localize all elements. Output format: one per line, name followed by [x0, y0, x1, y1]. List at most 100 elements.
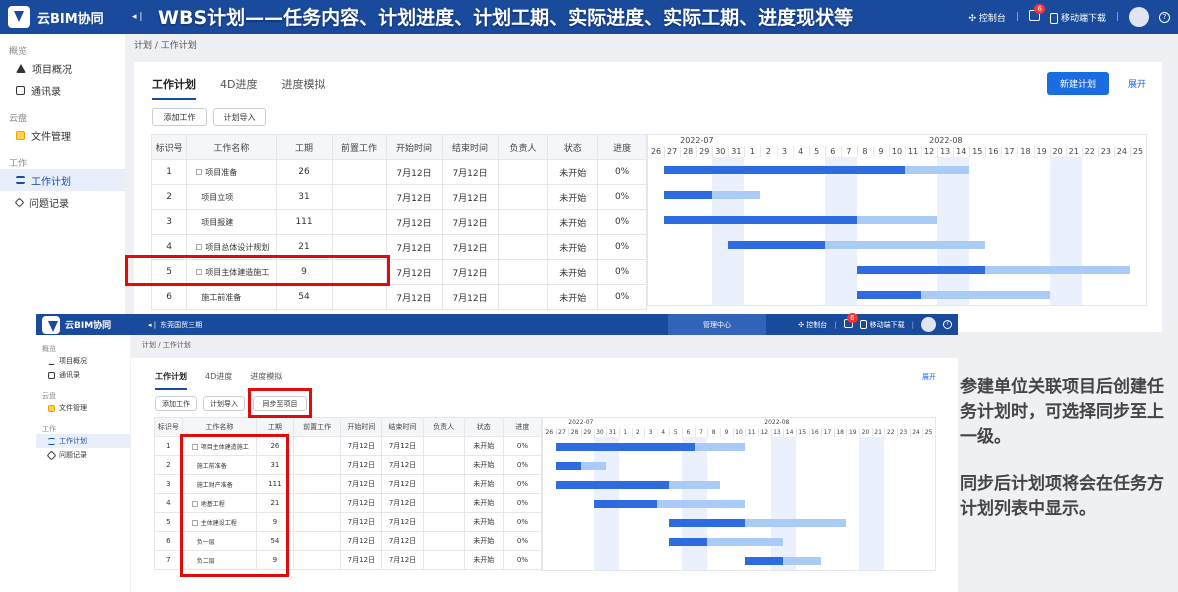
sidebar-item[interactable]: 项目概况 [36, 354, 130, 368]
table-cell [292, 512, 342, 532]
cell-text: 6 [166, 292, 172, 302]
cell-text: 0% [516, 518, 528, 526]
add-work-button[interactable]: 添加工作 [152, 108, 207, 126]
table-cell: 7月12日 [381, 550, 424, 570]
cell-text: 项目准备 [205, 167, 238, 177]
table-header-cell: 开始时间 [340, 417, 383, 437]
table-header-cell: 标识号 [154, 417, 183, 437]
sidebar-item[interactable]: 工作计划 [36, 434, 130, 448]
weekend-shade [871, 437, 885, 570]
progress-bar [593, 499, 657, 508]
sidebar-item[interactable]: 问题记录 [36, 448, 130, 462]
day-label: 23 [1100, 147, 1111, 156]
cell-text: 0% [614, 292, 630, 302]
top-right-tools: ✣ 控制台 | 6 移动端下载 | ? [968, 0, 1170, 34]
console-link[interactable]: ✣ 控制台 [968, 11, 1005, 24]
avatar[interactable] [1129, 7, 1149, 27]
logo[interactable]: 云BIM协同 [0, 6, 130, 28]
expand-link[interactable]: 展开 [1128, 77, 1146, 90]
table-cell: 7月12日 [381, 512, 424, 532]
table-cell [422, 531, 465, 551]
day-label: 8 [862, 147, 868, 156]
cell-text: 7月12日 [347, 442, 376, 450]
sidebar-item-label: 通讯录 [31, 86, 61, 98]
cell-text: 31 [298, 192, 310, 202]
table-header-cell: 前置工作 [292, 417, 342, 437]
expand-link[interactable]: 展开 [922, 372, 936, 382]
table-cell: 4 [154, 493, 183, 513]
sidebar-item[interactable]: 通讯录 [0, 79, 125, 101]
table-cell: 未开始 [463, 550, 504, 570]
table-row[interactable]: 2 项目立项 31 7月12日 7月12日 未开始 0% [150, 184, 647, 210]
day-label: 2 [635, 428, 640, 436]
cell-text: 7月12日 [388, 442, 417, 450]
sidebar-item[interactable]: 文件管理 [36, 401, 130, 415]
cell-text: 未开始 [473, 461, 495, 469]
import-plan-button[interactable]: 计划导入 [213, 108, 266, 126]
table-header-cell: 状态 [463, 417, 504, 437]
notification-icon[interactable]: 6 [843, 313, 858, 330]
new-plan-button[interactable]: 新建计划 [1047, 72, 1109, 95]
help-icon[interactable]: ? [1159, 11, 1170, 23]
tab-item[interactable]: 工作计划 [152, 76, 196, 100]
collapse-icon[interactable]: ◂ | [148, 321, 156, 329]
table-cell [422, 474, 465, 494]
cell-text: 7月12日 [347, 556, 376, 564]
table-cell: 0% [597, 209, 647, 235]
add-work-button[interactable]: 添加工作 [155, 396, 197, 411]
cell-text: 7月12日 [396, 193, 432, 204]
sidebar-item[interactable]: 项目概况 [0, 57, 125, 79]
tab-item[interactable]: 4D进度 [220, 76, 257, 100]
day-label: 1 [749, 147, 755, 156]
expand-toggle-icon[interactable] [196, 244, 203, 250]
day-label: 31 [608, 428, 617, 436]
cell-text: 项目报建 [201, 217, 234, 227]
cell-text: 111 [295, 217, 313, 227]
table-row[interactable]: 1 项目准备 26 7月12日 7月12日 未开始 0% [150, 159, 647, 185]
notification-icon[interactable]: 6 [1028, 4, 1045, 24]
table-row[interactable]: 3 项目报建 111 7月12日 7月12日 未开始 0% [150, 209, 647, 235]
progress-bar [669, 518, 746, 527]
tab-item[interactable]: 4D进度 [205, 371, 232, 390]
table-cell [292, 474, 342, 494]
day-label: 10 [735, 428, 743, 436]
mobile-download[interactable]: 移动端下载 [1049, 11, 1106, 24]
breadcrumb: 计划 / 工作计划 [134, 41, 197, 51]
import-plan-button[interactable]: 计划导入 [203, 396, 245, 411]
day-label: 11 [747, 428, 756, 436]
table-header-cell: 进度 [502, 417, 543, 437]
management-center-button[interactable]: 管理中心 [668, 314, 766, 335]
help-icon[interactable]: ? [943, 320, 952, 329]
sidebar-item[interactable]: 文件管理 [0, 124, 125, 146]
tab-item[interactable]: 工作计划 [155, 371, 187, 390]
sidebar-item[interactable]: 工作计划 [0, 169, 125, 191]
table-cell: 7月12日 [441, 184, 499, 210]
mobile-download[interactable]: 移动端下载 [859, 320, 905, 330]
cell-text: 54 [298, 292, 310, 302]
console-link[interactable]: ✣ 控制台 [798, 320, 827, 330]
progress-bar [555, 461, 581, 470]
table-row[interactable]: 6 施工前准备 54 7月12日 7月12日 未开始 0% [150, 284, 647, 310]
project-name[interactable]: 东莞国贸三期 [160, 320, 202, 330]
expand-toggle-icon[interactable] [196, 169, 203, 175]
tab-item[interactable]: 进度模拟 [281, 76, 325, 100]
sidebar-item-label: 项目概况 [32, 64, 72, 76]
cell-text: 7月12日 [452, 168, 488, 179]
sidebar-item[interactable]: 通讯录 [36, 368, 130, 382]
collapse-icon[interactable]: ◂ | [132, 12, 142, 22]
weekend-shade [1049, 157, 1066, 305]
table-cell [292, 436, 342, 456]
cell-text: 7月12日 [396, 168, 432, 179]
weekend-shade [728, 157, 745, 305]
phone-icon [859, 320, 867, 329]
table-cell: 7月12日 [385, 259, 443, 285]
table-cell: 7月12日 [385, 159, 443, 185]
sidebar-item[interactable]: 问题记录 [0, 191, 125, 213]
annotation-line-1: 参建单位关联项目后创建任务计划时，可选择同步至上一级。 [960, 377, 1164, 447]
highlight-box-synced-names [180, 434, 289, 577]
table-cell: 0% [597, 259, 647, 285]
avatar[interactable] [921, 317, 936, 332]
cell-text: 7月12日 [388, 461, 417, 469]
list-icon [16, 176, 25, 184]
day-label: 3 [648, 428, 653, 436]
